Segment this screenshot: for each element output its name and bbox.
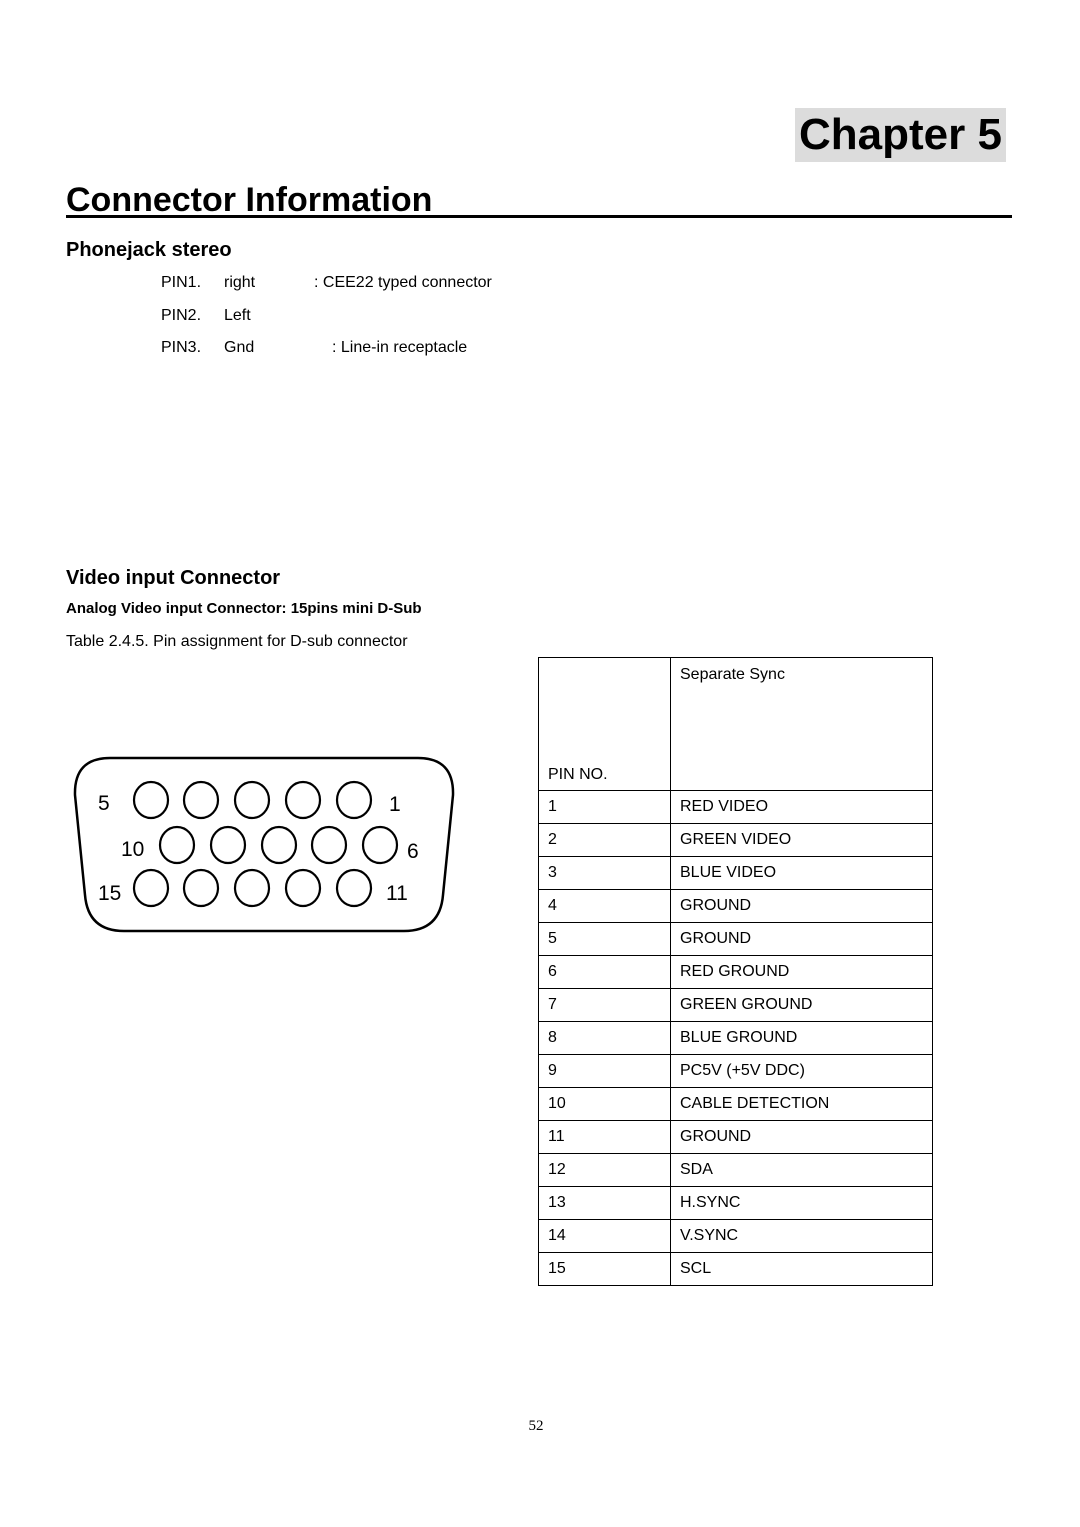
- pin-hole: [233, 780, 271, 820]
- phonejack-heading: Phonejack stereo: [66, 239, 232, 261]
- pin-hole: [209, 825, 247, 865]
- pin-number-cell: 2: [538, 823, 671, 857]
- signal-cell: SCL: [670, 1252, 933, 1286]
- table-row: 8 BLUE GROUND: [538, 1021, 933, 1055]
- pin-hole: [132, 780, 170, 820]
- pin-hole: [284, 780, 322, 820]
- pin-hole: [335, 868, 373, 908]
- pin3-label: PIN3.: [161, 339, 202, 356]
- pin-hole: [335, 780, 373, 820]
- title-underline: [66, 215, 1012, 218]
- pin-hole: [284, 868, 322, 908]
- pin-label-10: 10: [121, 838, 145, 861]
- table-row: 4 GROUND: [538, 889, 933, 923]
- pin3-name: Gnd: [224, 339, 255, 356]
- signal-cell: GROUND: [670, 889, 933, 923]
- signal-cell: GREEN GROUND: [670, 988, 933, 1022]
- page-title: Connector Information: [66, 181, 433, 219]
- pin-hole: [260, 825, 298, 865]
- pin1-name: right: [224, 274, 256, 291]
- pin3-note: : Line-in receptacle: [332, 339, 468, 356]
- signal-cell: CABLE DETECTION: [670, 1087, 933, 1121]
- header-pin-no: PIN NO.: [538, 657, 671, 791]
- page-number: 52: [528, 1418, 544, 1434]
- pin-hole: [132, 868, 170, 908]
- pin-number-cell: 1: [538, 790, 671, 824]
- pin-label-11: 11: [386, 882, 408, 905]
- table-row: 11 GROUND: [538, 1120, 933, 1154]
- pin2-name: Left: [224, 307, 251, 324]
- pin-label-1: 1: [389, 793, 401, 816]
- table-row: 2 GREEN VIDEO: [538, 823, 933, 857]
- pin-number-cell: 6: [538, 955, 671, 989]
- table-row: 5 GROUND: [538, 922, 933, 956]
- signal-cell: GROUND: [670, 922, 933, 956]
- signal-cell: RED VIDEO: [670, 790, 933, 824]
- pin-hole: [182, 868, 220, 908]
- pin-number-cell: 11: [538, 1120, 671, 1154]
- signal-cell: PC5V (+5V DDC): [670, 1054, 933, 1088]
- pin-label-5: 5: [98, 792, 110, 815]
- dsub-connector-diagram: 5 1 10 6 15 11: [72, 755, 456, 935]
- pin-number-cell: 15: [538, 1252, 671, 1286]
- pin1-note: : CEE22 typed connector: [314, 274, 492, 291]
- chapter-label: Chapter 5: [795, 108, 1006, 162]
- pin-hole: [233, 868, 271, 908]
- pin-number-cell: 3: [538, 856, 671, 890]
- pin-number-cell: 7: [538, 988, 671, 1022]
- table-caption: Table 2.4.5. Pin assignment for D-sub co…: [66, 633, 408, 650]
- pin-assignment-table: PIN NO. Separate Sync 1 RED VIDEO 2 GREEN V…: [538, 657, 933, 1286]
- pin-number-cell: 10: [538, 1087, 671, 1121]
- table-row: 13 H.SYNC: [538, 1186, 933, 1220]
- pin1-label: PIN1.: [161, 274, 202, 291]
- signal-cell: RED GROUND: [670, 955, 933, 989]
- header-separate-sync: Separate Sync: [670, 657, 933, 791]
- table-row: 15 SCL: [538, 1252, 933, 1286]
- pin-number-cell: 5: [538, 922, 671, 956]
- table-row: 6 RED GROUND: [538, 955, 933, 989]
- signal-cell: BLUE GROUND: [670, 1021, 933, 1055]
- signal-cell: GROUND: [670, 1120, 933, 1154]
- pin-hole: [182, 780, 220, 820]
- signal-cell: GREEN VIDEO: [670, 823, 933, 857]
- table-row: 9 PC5V (+5V DDC): [538, 1054, 933, 1088]
- pin-number-cell: 12: [538, 1153, 671, 1187]
- pin-number-cell: 9: [538, 1054, 671, 1088]
- table-row: 12 SDA: [538, 1153, 933, 1187]
- signal-cell: H.SYNC: [670, 1186, 933, 1220]
- pin-number-cell: 8: [538, 1021, 671, 1055]
- signal-cell: SDA: [670, 1153, 933, 1187]
- pin-number-cell: 13: [538, 1186, 671, 1220]
- pin-hole: [361, 825, 399, 865]
- pin2-label: PIN2.: [161, 307, 202, 324]
- table-row: 10 CABLE DETECTION: [538, 1087, 933, 1121]
- pin-hole: [158, 825, 196, 865]
- signal-cell: BLUE VIDEO: [670, 856, 933, 890]
- table-row: 14 V.SYNC: [538, 1219, 933, 1253]
- table-row: 3 BLUE VIDEO: [538, 856, 933, 890]
- video-subheading: Analog Video input Connector: 15pins min…: [66, 600, 422, 617]
- table-row: 7 GREEN GROUND: [538, 988, 933, 1022]
- pin-number-cell: 4: [538, 889, 671, 923]
- pin-number-cell: 14: [538, 1219, 671, 1253]
- table-row: 1 RED VIDEO: [538, 790, 933, 824]
- pin-hole: [310, 825, 348, 865]
- signal-cell: V.SYNC: [670, 1219, 933, 1253]
- pin-label-6: 6: [407, 840, 419, 863]
- pin-label-15: 15: [98, 882, 122, 905]
- video-heading: Video input Connector: [66, 567, 281, 589]
- table-header-row: PIN NO. Separate Sync: [538, 657, 933, 791]
